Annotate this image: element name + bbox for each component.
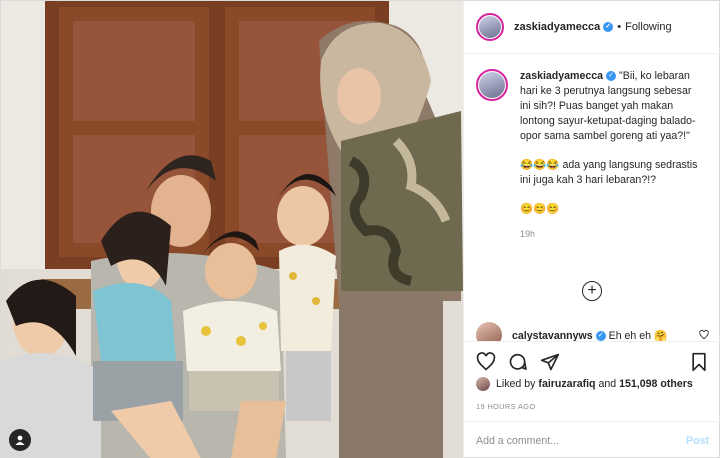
user-tag-icon[interactable] bbox=[9, 429, 31, 451]
caption-time: 19h bbox=[520, 229, 536, 239]
verified-badge-icon: ✓ bbox=[606, 71, 617, 82]
likes-middle: and bbox=[598, 378, 617, 390]
likes-prefix: Liked by bbox=[496, 378, 536, 390]
author-username[interactable]: zaskiadyamecca ✓ bbox=[514, 21, 614, 33]
comment-username[interactable]: calystavannyws bbox=[512, 330, 593, 342]
likes-count[interactable]: 151,098 others bbox=[619, 378, 693, 390]
post-comment-button[interactable]: Post bbox=[686, 435, 709, 447]
liker-avatar[interactable] bbox=[476, 377, 490, 391]
following-button[interactable]: Following bbox=[625, 21, 671, 33]
commenter-avatar[interactable] bbox=[476, 322, 502, 341]
author-avatar[interactable] bbox=[476, 13, 504, 41]
caption-text-2: 😂😂😂 ada yang langsung sedrastis ini juga… bbox=[520, 159, 698, 186]
action-bar bbox=[464, 341, 720, 381]
add-comment-input[interactable] bbox=[476, 434, 687, 447]
comment-text: Eh eh eh 🤗 bbox=[608, 329, 668, 342]
comment-bubble-icon[interactable] bbox=[508, 352, 528, 372]
heart-icon[interactable] bbox=[476, 351, 496, 372]
paper-plane-icon[interactable] bbox=[540, 352, 560, 372]
post-caption: zaskiadyamecca ✓ "Bii, ko lebaran hari ke… bbox=[476, 69, 709, 242]
liker-username[interactable]: fairuzarafiq bbox=[538, 378, 595, 390]
header-separator: • bbox=[617, 21, 622, 33]
caption-author-avatar[interactable] bbox=[476, 69, 508, 101]
family-photo-illustration bbox=[1, 1, 463, 458]
post-header: zaskiadyamecca ✓ • Following bbox=[464, 1, 720, 54]
add-comment-bar: Post bbox=[464, 421, 720, 458]
post-side-panel: zaskiadyamecca ✓ • Following zaskiadyamec… bbox=[463, 1, 720, 458]
verified-badge-icon: ✓ bbox=[603, 22, 614, 33]
verified-badge-icon: ✓ bbox=[595, 330, 606, 341]
plus-circle-icon[interactable]: + bbox=[582, 281, 602, 301]
comment-item: calystavannyws ✓ Eh eh eh 🤗 bbox=[476, 322, 709, 341]
comment-like-heart-icon[interactable] bbox=[699, 330, 709, 340]
caption-author[interactable]: zaskiadyamecca bbox=[520, 70, 603, 82]
comments-list: zaskiadyamecca ✓ "Bii, ko lebaran hari ke… bbox=[464, 55, 720, 341]
instagram-post-modal: zaskiadyamecca ✓ • Following zaskiadyamec… bbox=[0, 0, 720, 458]
post-photo[interactable] bbox=[1, 1, 463, 458]
bookmark-icon[interactable] bbox=[689, 352, 709, 372]
likes-summary[interactable]: Liked by fairuzarafiq and 151,098 others bbox=[476, 377, 711, 391]
caption-text-3: 😊😊😊 bbox=[520, 203, 560, 215]
post-timestamp[interactable]: 19 HOURS AGO bbox=[476, 402, 535, 411]
